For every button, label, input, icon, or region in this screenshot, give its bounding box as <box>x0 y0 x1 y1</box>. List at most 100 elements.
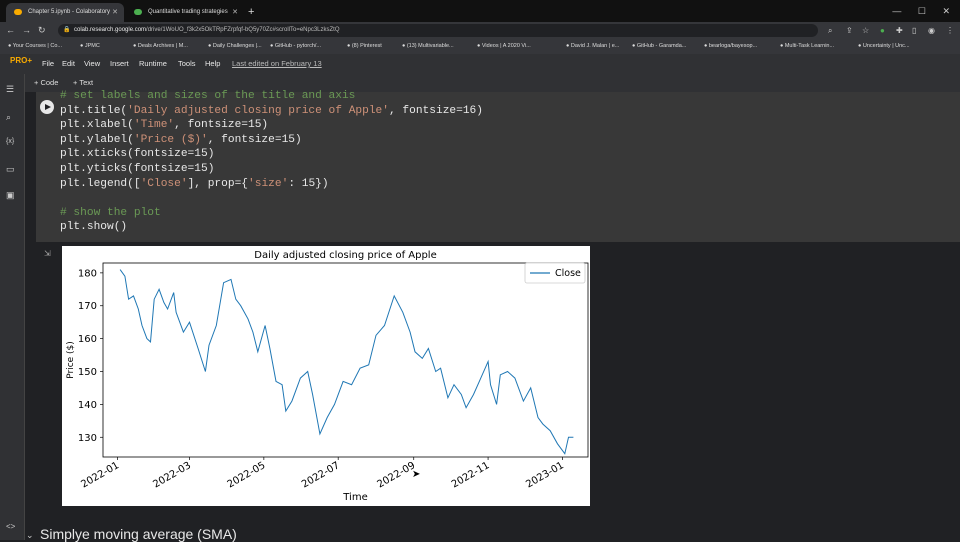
code-token: plt.show() <box>60 221 128 234</box>
menu-edit[interactable]: Edit <box>62 54 75 74</box>
bookmark-item[interactable]: ● Uncertainty | Unc... <box>858 39 910 54</box>
code-token: ], prop={ <box>187 177 249 190</box>
plot-frame <box>102 262 589 458</box>
folder-icon[interactable]: ▭ <box>6 164 15 175</box>
tab-colab-notebook[interactable]: Chapter 5.ipynb - Colaboratory ✕ <box>6 3 124 22</box>
colab-logo[interactable]: PRO+ <box>10 56 32 65</box>
url-path: /drive/1WoUO_f3k2x5OkTRpFZrpfqf-bQ5y70Zc… <box>146 27 340 33</box>
code-token: , fontsize=15) <box>207 133 302 146</box>
last-edited-link[interactable]: Last edited on February 13 <box>232 54 322 74</box>
bookmark-item[interactable]: ● (13) Multivariable... <box>402 39 454 54</box>
forward-icon[interactable]: → <box>22 22 31 39</box>
bookmark-item[interactable]: ● Your Courses | Co... <box>8 39 62 54</box>
share-icon[interactable]: ⇪ <box>846 22 853 39</box>
code-token: 'size' <box>248 177 289 190</box>
minimize-icon[interactable]: — <box>892 6 901 16</box>
menu-file[interactable]: File <box>42 54 54 74</box>
bookmark-item[interactable]: ● (8) Pinterest <box>347 39 382 54</box>
x-tick-label: 2023-01 <box>524 460 566 490</box>
code-line: plt.yticks(fontsize=15) <box>60 162 483 177</box>
y-tick-label: 180 <box>78 268 97 279</box>
url-input[interactable]: 🔒 colab.research.google.com/drive/1WoUO_f… <box>58 24 818 37</box>
code-token: # show the plot <box>60 206 161 219</box>
star-icon[interactable]: ☆ <box>862 22 869 39</box>
menu-view[interactable]: View <box>84 54 100 74</box>
code-token: 'Price ($)' <box>133 133 208 146</box>
terminal-icon[interactable]: <> <box>6 522 15 531</box>
x-tick-label: 2022-01 <box>79 460 121 490</box>
code-snippets-icon[interactable]: ▣ <box>6 190 15 201</box>
bookmark-item[interactable]: ● GitHub - Garamda... <box>632 39 686 54</box>
code-line: plt.legend(['Close'], prop={'size': 15}) <box>60 177 483 192</box>
x-axis-label: Time <box>342 492 367 503</box>
x-tick-label: 2022-09 <box>376 460 418 490</box>
run-cell-button[interactable] <box>40 100 54 114</box>
code-line: # set labels and sizes of the title and … <box>60 89 483 104</box>
collapse-section-icon[interactable]: ⌄ <box>26 530 34 541</box>
colab-menu-bar: PRO+ File Edit View Insert Runtime Tools… <box>0 54 960 74</box>
close-tab-icon[interactable]: ✕ <box>112 3 118 22</box>
close-window-icon[interactable]: ✕ <box>942 6 950 16</box>
y-tick-label: 170 <box>78 301 97 312</box>
bookmark-item[interactable]: ● bearloga/bayesop... <box>704 39 757 54</box>
sidebar-icon[interactable]: ▯ <box>912 22 916 39</box>
bookmark-item[interactable]: ● Videos | A 2020 Vi... <box>477 39 531 54</box>
new-tab-icon[interactable]: + <box>248 3 254 22</box>
code-line: plt.show() <box>60 220 483 235</box>
bookmark-item[interactable]: ● Daily Challenges |... <box>208 39 262 54</box>
legend-label: Close <box>555 268 581 279</box>
code-cell[interactable]: # set labels and sizes of the title and … <box>36 89 960 242</box>
left-sidebar: ☰ ⌕ {x} ▭ ▣ <> <box>0 74 25 540</box>
series-line-close <box>119 269 574 455</box>
x-tick-label: 2022-11 <box>450 460 492 490</box>
code-token: plt.xlabel( <box>60 119 134 132</box>
bookmarks-bar: ● Your Courses | Co... ● JPMC ● Deals Arch… <box>0 39 960 54</box>
add-code-button[interactable]: + Code <box>34 74 58 92</box>
tab-quant-trading[interactable]: Quantitative trading strategies ✕ <box>126 3 244 22</box>
extensions-puzzle-icon[interactable]: ✚ <box>896 22 903 39</box>
table-of-contents-icon[interactable]: ☰ <box>6 84 14 95</box>
code-editor[interactable]: # set labels and sizes of the title and … <box>60 89 483 235</box>
address-bar-row: ← → ↻ 🔒 colab.research.google.com/drive/1… <box>0 22 960 39</box>
code-token: 'Time' <box>133 119 175 132</box>
code-token: plt.legend([ <box>60 177 141 190</box>
profile-avatar[interactable]: ◉ <box>928 22 935 39</box>
tab-title: Chapter 5.ipynb - Colaboratory <box>28 9 111 15</box>
menu-tools[interactable]: Tools <box>178 54 196 74</box>
bookmark-item[interactable]: ● David J. Malan | e... <box>566 39 619 54</box>
tab-title: Quantitative trading strategies <box>148 9 228 15</box>
bookmark-item[interactable]: ● JPMC <box>80 39 100 54</box>
bookmark-item[interactable]: ● Multi-Task Learnin... <box>780 39 834 54</box>
menu-help[interactable]: Help <box>205 54 220 74</box>
close-tab-icon[interactable]: ✕ <box>232 3 238 22</box>
y-tick-label: 130 <box>78 433 97 444</box>
code-line: plt.xticks(fontsize=15) <box>60 147 483 162</box>
menu-insert[interactable]: Insert <box>110 54 129 74</box>
search-icon[interactable]: ⌕ <box>828 22 832 39</box>
code-token: 'Daily adjusted closing price of Apple' <box>127 104 389 117</box>
clear-output-icon[interactable]: ⇲ <box>44 249 51 258</box>
y-tick-label: 150 <box>78 367 97 378</box>
bookmark-item[interactable]: ● GitHub - pytorch/... <box>270 39 321 54</box>
y-axis-label: Price ($) <box>66 341 76 379</box>
x-tick-label: 2022-07 <box>300 460 342 490</box>
code-token: : 15}) <box>288 177 329 190</box>
bookmark-item[interactable]: ● Deals Archives | M... <box>133 39 188 54</box>
chart-output: 130 140 150 160 170 180 2022-01 2022-03 2022-05 2… <box>62 246 590 506</box>
code-token: 'Close' <box>140 177 188 190</box>
browser-tab-bar: Chapter 5.ipynb - Colaboratory ✕ Quantit… <box>0 0 960 22</box>
maximize-icon[interactable]: ☐ <box>918 6 926 16</box>
x-tick-label: 2022-05 <box>226 460 268 490</box>
code-token: plt.xticks(fontsize=15) <box>60 148 215 161</box>
site-favicon-icon <box>134 9 142 15</box>
window-controls: — ☐ ✕ <box>892 0 960 22</box>
browser-menu-icon[interactable]: ⋮ <box>946 22 954 39</box>
code-line: # show the plot <box>60 206 483 221</box>
back-icon[interactable]: ← <box>6 22 15 39</box>
reload-icon[interactable]: ↻ <box>38 22 46 39</box>
extension-icon[interactable]: ● <box>880 22 885 39</box>
menu-runtime[interactable]: Runtime <box>139 54 167 74</box>
search-icon[interactable]: ⌕ <box>6 112 11 123</box>
variables-icon[interactable]: {x} <box>6 138 14 145</box>
